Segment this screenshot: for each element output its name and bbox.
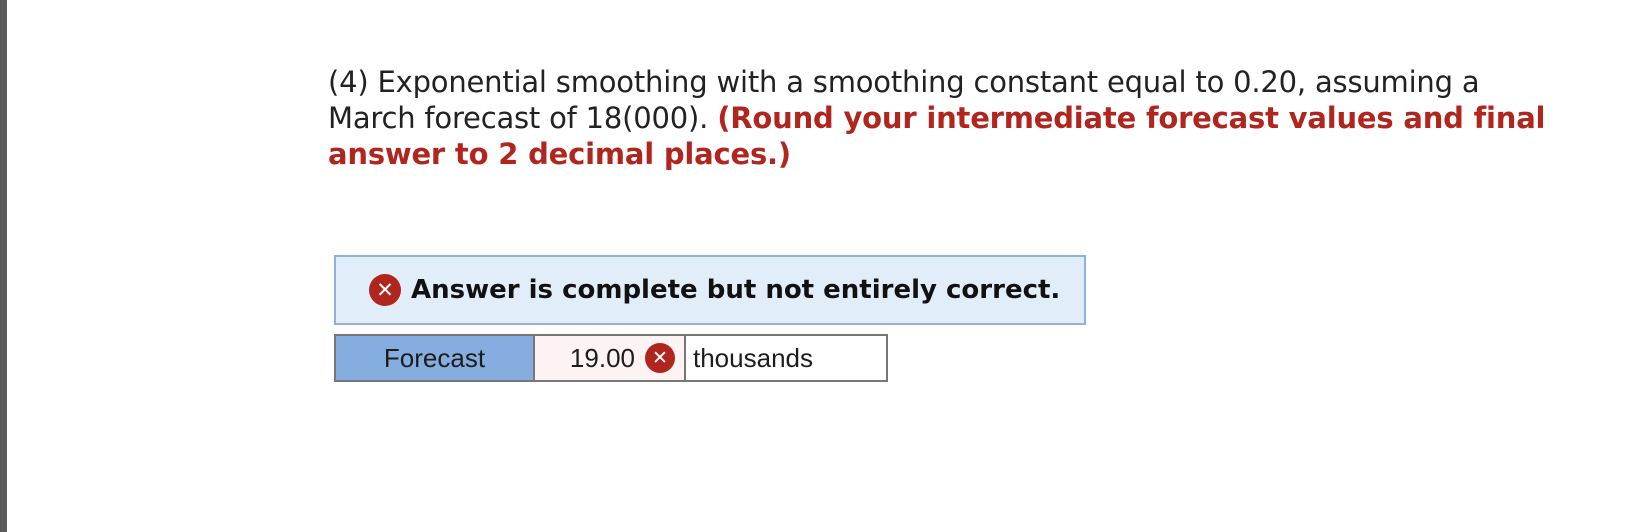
answer-row: Forecast 19.00 ✕ thousands	[334, 334, 888, 382]
feedback-message: Answer is complete but not entirely corr…	[411, 275, 1061, 305]
answer-feedback-banner: ✕ Answer is complete but not entirely co…	[334, 255, 1086, 325]
incorrect-x-icon: ✕	[369, 274, 401, 306]
unit-label: thousands	[686, 336, 886, 380]
left-window-edge	[0, 0, 7, 532]
forecast-answer-value: 19.00	[569, 342, 635, 373]
forecast-answer-field[interactable]: 19.00 ✕	[535, 336, 686, 380]
forecast-label: Forecast	[336, 336, 535, 380]
question-prompt: (4) Exponential smoothing with a smoothi…	[328, 64, 1558, 172]
incorrect-x-icon: ✕	[645, 343, 675, 373]
